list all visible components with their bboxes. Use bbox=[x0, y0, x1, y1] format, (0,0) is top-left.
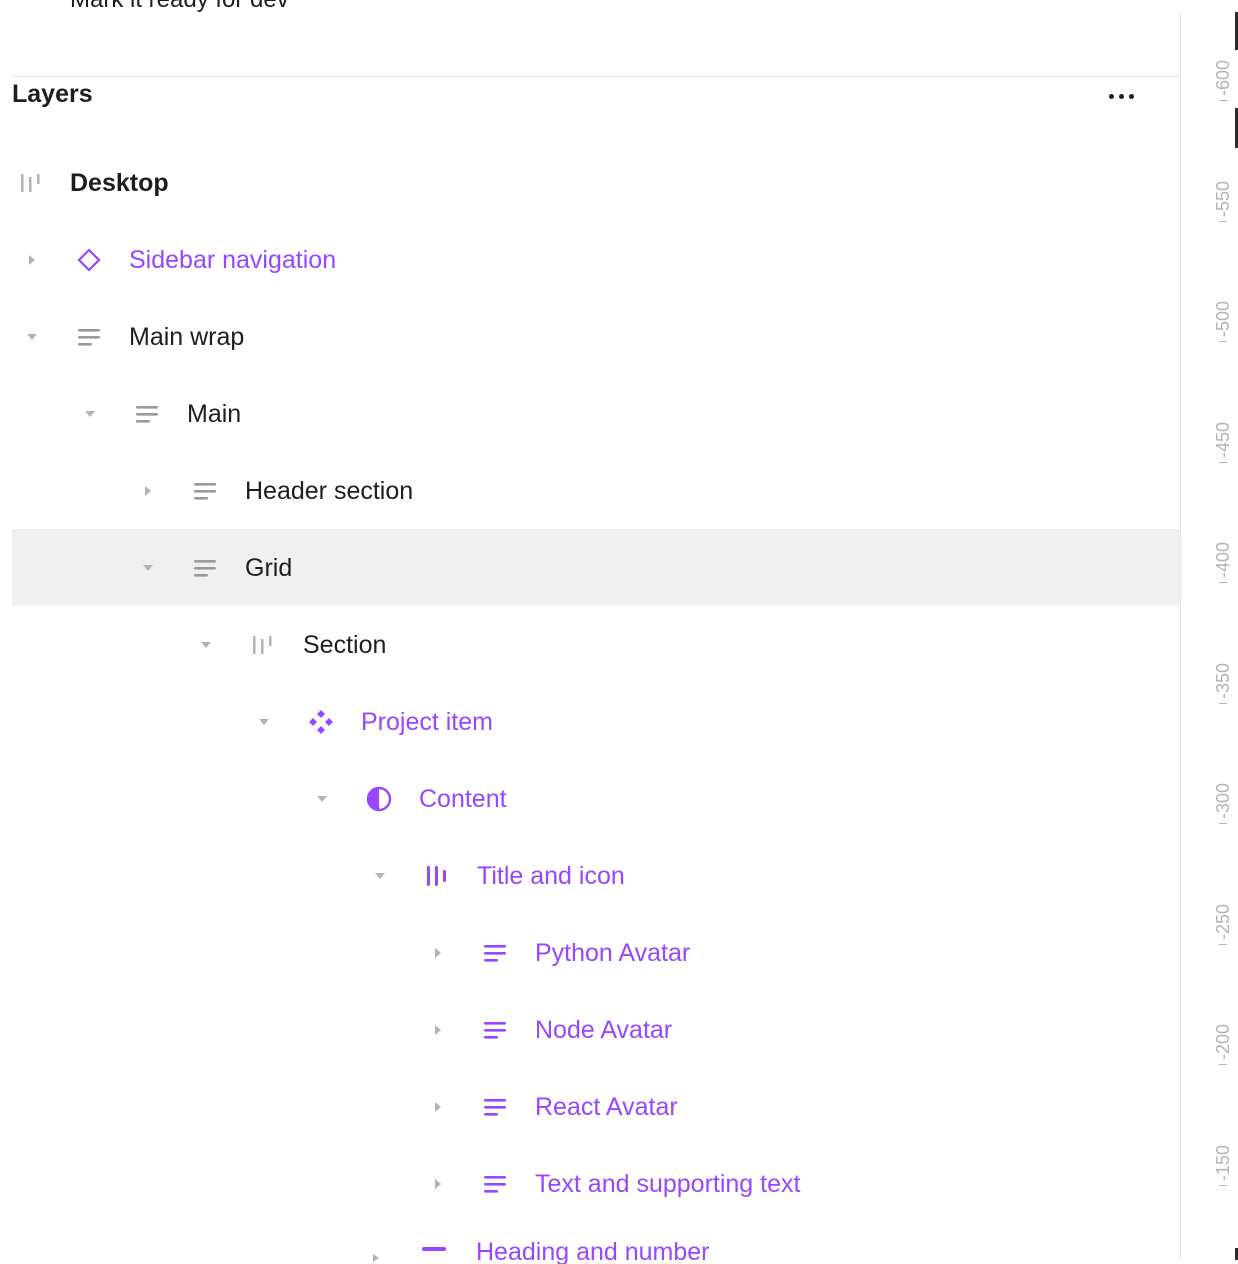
ruler-tick-label: -550 bbox=[1213, 181, 1233, 218]
layer-row[interactable]: Main wrap bbox=[12, 298, 1180, 375]
ruler-tick-label: -350 bbox=[1213, 663, 1233, 700]
layer-label: Grid bbox=[245, 553, 293, 582]
ruler-tick-mark bbox=[1219, 944, 1227, 945]
ruler-tick: -400 bbox=[1179, 542, 1238, 583]
ruler-tick-label: -250 bbox=[1213, 904, 1233, 941]
layer-row[interactable]: React Avatar bbox=[12, 1068, 1180, 1145]
layer-row[interactable]: Main bbox=[12, 375, 1180, 452]
ruler-tick: -500 bbox=[1179, 301, 1238, 342]
more-options-button[interactable] bbox=[1096, 78, 1146, 114]
layer-label: Title and icon bbox=[477, 861, 625, 890]
layer-row[interactable]: Text and supporting text bbox=[12, 1145, 1180, 1222]
caret-right-icon[interactable] bbox=[426, 941, 450, 965]
layer-row[interactable]: Title and icon bbox=[12, 837, 1180, 914]
ruler-tick-mark bbox=[1219, 462, 1227, 463]
layer-row[interactable]: Project item bbox=[12, 683, 1180, 760]
layer-label: Content bbox=[419, 784, 507, 813]
caret-right-icon[interactable] bbox=[20, 248, 44, 272]
layer-row[interactable]: Section bbox=[12, 606, 1180, 683]
frame-icon bbox=[16, 168, 46, 198]
partial-layer-row[interactable]: Heading and number bbox=[370, 1242, 770, 1264]
layer-tree: Desktop Sidebar navigation Main wrap Main He… bbox=[12, 144, 1180, 1222]
layer-label: Text and supporting text bbox=[535, 1169, 801, 1198]
layer-label: React Avatar bbox=[535, 1092, 678, 1121]
layer-label: Section bbox=[303, 630, 387, 659]
ruler-tick: -450 bbox=[1179, 422, 1238, 463]
ruler-tick-label: -150 bbox=[1213, 1145, 1233, 1182]
ruler-tick: -550 bbox=[1179, 181, 1238, 222]
panel-divider bbox=[12, 76, 1180, 77]
autolayout-vertical-icon bbox=[480, 1092, 510, 1122]
autolayout-vertical-icon bbox=[480, 1015, 510, 1045]
layers-panel-title: Layers bbox=[12, 80, 93, 108]
layer-row[interactable]: Python Avatar bbox=[12, 914, 1180, 991]
more-horizontal-icon bbox=[1108, 93, 1114, 99]
ruler-tick-mark bbox=[1219, 1185, 1227, 1186]
autolayout-vertical-icon bbox=[190, 553, 220, 583]
layer-label: Desktop bbox=[70, 168, 169, 197]
caret-down-icon[interactable] bbox=[252, 710, 276, 734]
caret-down-icon[interactable] bbox=[310, 787, 334, 811]
ruler-tick: -200 bbox=[1179, 1024, 1238, 1065]
caret-down-icon[interactable] bbox=[78, 402, 102, 426]
layer-label: Header section bbox=[245, 476, 414, 505]
ruler-tick: -600 bbox=[1179, 60, 1238, 101]
ruler-tick-mark bbox=[1219, 703, 1227, 704]
layer-row[interactable]: Grid bbox=[12, 529, 1180, 606]
caret-down-icon[interactable] bbox=[136, 556, 160, 580]
ruler-tick: -300 bbox=[1179, 783, 1238, 824]
caret-right-icon[interactable] bbox=[426, 1018, 450, 1042]
ruler-tick-label: -600 bbox=[1213, 60, 1233, 97]
ruler-tick-label: -300 bbox=[1213, 783, 1233, 820]
ruler-tick-label: -400 bbox=[1213, 542, 1233, 579]
autolayout-vertical-icon bbox=[480, 1169, 510, 1199]
caret-right-icon[interactable] bbox=[136, 479, 160, 503]
autolayout-vertical-icon bbox=[132, 399, 162, 429]
layer-row[interactable]: Header section bbox=[12, 452, 1180, 529]
layer-label: Project item bbox=[361, 707, 493, 736]
layer-label: Main wrap bbox=[129, 322, 245, 351]
autolayout-vertical-icon bbox=[74, 322, 104, 352]
ruler-tick-mark bbox=[1219, 221, 1227, 222]
layer-label: Python Avatar bbox=[535, 938, 691, 967]
autolayout-vertical-icon bbox=[480, 938, 510, 968]
ruler-tick: -250 bbox=[1179, 904, 1238, 945]
ruler-tick-label: -450 bbox=[1213, 422, 1233, 459]
ruler-tick-mark bbox=[1219, 341, 1227, 342]
layer-label: Sidebar navigation bbox=[129, 245, 337, 274]
instance-icon bbox=[74, 245, 104, 275]
ruler-tick: -150 bbox=[1179, 1145, 1238, 1186]
ruler-tick-mark bbox=[1219, 823, 1227, 824]
layer-label: Node Avatar bbox=[535, 1015, 673, 1044]
component-icon bbox=[306, 707, 336, 737]
caret-down-icon[interactable] bbox=[20, 325, 44, 349]
boolean-icon bbox=[364, 784, 394, 814]
ruler-tick-mark bbox=[1219, 100, 1227, 101]
caret-right-icon[interactable] bbox=[426, 1095, 450, 1119]
layer-row[interactable]: Desktop bbox=[12, 144, 1180, 221]
layer-row[interactable]: Sidebar navigation bbox=[12, 221, 1180, 298]
ruler-tick-label: -200 bbox=[1213, 1024, 1233, 1061]
layer-row[interactable]: Content bbox=[12, 760, 1180, 837]
ruler-tick-mark bbox=[1219, 582, 1227, 583]
caret-down-icon[interactable] bbox=[194, 633, 218, 657]
layer-label: Heading and number bbox=[476, 1242, 710, 1264]
vertical-ruler: -600 -550 -500 -450 -400 -350 -300 -250 -200 -150 bbox=[1180, 12, 1238, 1260]
ruler-tick-label: -500 bbox=[1213, 301, 1233, 338]
autolayout-vertical-icon bbox=[190, 476, 220, 506]
layer-row[interactable]: Node Avatar bbox=[12, 991, 1180, 1068]
ruler-tick: -350 bbox=[1179, 663, 1238, 704]
autolayout-vertical-icon bbox=[422, 1247, 446, 1251]
layer-label: Main bbox=[187, 399, 242, 428]
autolayout-horizontal-icon bbox=[422, 861, 452, 891]
partial-layer-label: Mark it ready for dev bbox=[70, 0, 289, 14]
frame-icon bbox=[248, 630, 278, 660]
caret-down-icon[interactable] bbox=[368, 864, 392, 888]
ruler-tick-mark bbox=[1219, 1064, 1227, 1065]
caret-right-icon[interactable] bbox=[370, 1252, 382, 1264]
caret-right-icon[interactable] bbox=[426, 1172, 450, 1196]
